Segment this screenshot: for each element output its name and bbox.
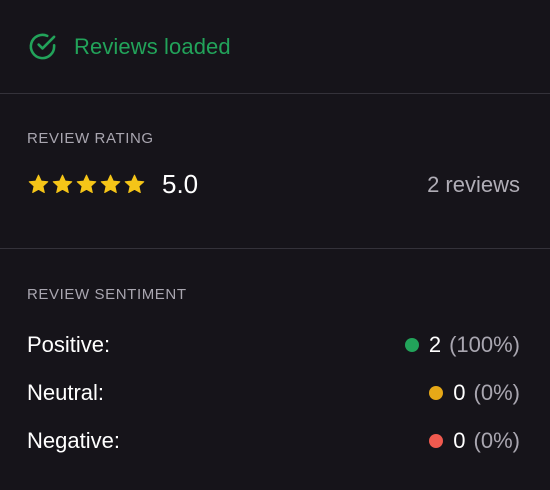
star-icon	[124, 174, 145, 194]
review-count: 2 reviews	[427, 171, 520, 197]
review-rating-section: REVIEW RATING 5.0 2 reviews	[0, 94, 550, 249]
neutral-dot-icon	[429, 386, 444, 400]
sentiment-value: 2 (100%)	[404, 332, 520, 358]
sentiment-count: 2	[428, 332, 442, 357]
star-rating	[27, 173, 146, 196]
positive-dot-icon	[404, 338, 419, 352]
sentiment-row-negative: Negative: 0 (0%)	[27, 417, 520, 465]
reviews-panel: Reviews loaded REVIEW RATING 5.0 2 revie…	[0, 0, 550, 490]
star-icon	[100, 174, 121, 194]
sentiment-label: Positive:	[27, 332, 111, 357]
rating-summary: 5.0	[27, 169, 198, 200]
negative-dot-icon	[429, 434, 444, 448]
sentiment-list: Positive: 2 (100%) Neutral: 0 (0%) Negat…	[27, 321, 520, 465]
star-icon	[76, 174, 97, 194]
sentiment-row-neutral: Neutral: 0 (0%)	[27, 369, 520, 417]
sentiment-count: 0	[453, 380, 466, 405]
sentiment-row-positive: Positive: 2 (100%)	[27, 321, 520, 369]
sentiment-count: 0	[453, 428, 466, 453]
section-label-sentiment: REVIEW SENTIMENT	[27, 286, 187, 303]
status-banner: Reviews loaded	[0, 0, 550, 94]
sentiment-percent: (100%)	[449, 332, 520, 357]
star-icon	[28, 174, 49, 194]
sentiment-percent: (0%)	[473, 428, 520, 453]
sentiment-value: 0 (0%)	[429, 428, 520, 454]
rating-value: 5.0	[162, 169, 199, 199]
sentiment-label: Neutral:	[27, 380, 105, 405]
section-label-rating: REVIEW RATING	[27, 130, 154, 147]
rating-row: 5.0 2 reviews	[27, 169, 520, 200]
star-icon	[52, 174, 73, 194]
status-text: Reviews loaded	[74, 33, 231, 59]
review-sentiment-section: REVIEW SENTIMENT Positive: 2 (100%) Neut…	[0, 249, 550, 465]
sentiment-value: 0 (0%)	[429, 380, 520, 406]
sentiment-percent: (0%)	[473, 380, 520, 405]
check-circle-icon	[27, 31, 58, 62]
sentiment-label: Negative:	[27, 428, 120, 453]
